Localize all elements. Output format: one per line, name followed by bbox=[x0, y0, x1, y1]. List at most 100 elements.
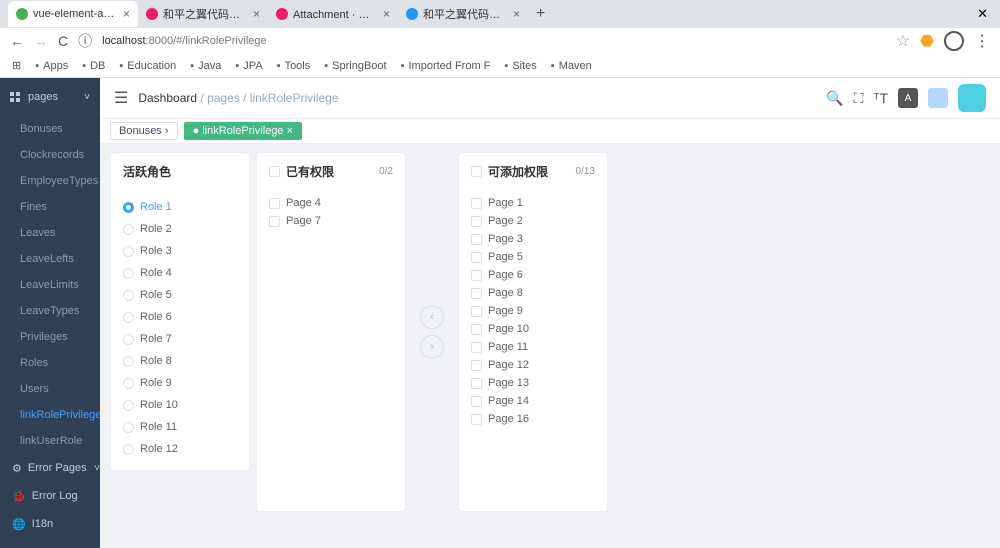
checkbox[interactable] bbox=[471, 342, 482, 353]
checkbox[interactable] bbox=[471, 378, 482, 389]
radio-button[interactable] bbox=[123, 290, 134, 301]
role-item[interactable]: Role 5 bbox=[111, 284, 249, 306]
checkbox[interactable] bbox=[471, 198, 482, 209]
bookmark-item[interactable]: ▪SpringBoot bbox=[324, 60, 386, 72]
radio-button[interactable] bbox=[123, 246, 134, 257]
forward-button[interactable]: → bbox=[34, 33, 48, 49]
transfer-item[interactable]: Page 4 bbox=[257, 194, 405, 212]
role-item[interactable]: Role 12 bbox=[111, 438, 249, 460]
transfer-item[interactable]: Page 11 bbox=[459, 338, 607, 356]
menu-icon[interactable]: ⋮ bbox=[974, 31, 990, 51]
role-item[interactable]: Role 10 bbox=[111, 394, 249, 416]
radio-button[interactable] bbox=[123, 422, 134, 433]
sidebar-item[interactable]: Roles bbox=[0, 350, 100, 376]
browser-tab[interactable]: vue-element-admin× bbox=[8, 1, 138, 27]
avatar[interactable] bbox=[958, 84, 986, 112]
radio-button[interactable] bbox=[123, 312, 134, 323]
browser-tab[interactable]: 和平之翼代码生成器SME× bbox=[398, 1, 528, 27]
bookmark-item[interactable]: ▪Java bbox=[190, 60, 221, 72]
transfer-item[interactable]: Page 8 bbox=[459, 284, 607, 302]
new-tab-button[interactable]: + bbox=[528, 5, 553, 23]
sidebar-item[interactable]: Leaves bbox=[0, 220, 100, 246]
hamburger-icon[interactable]: ☰ bbox=[114, 88, 128, 108]
extension-icon[interactable]: ⬣ bbox=[920, 31, 934, 51]
sidebar-item[interactable]: LeaveLimits bbox=[0, 272, 100, 298]
select-all-checkbox[interactable] bbox=[471, 166, 482, 177]
sidebar-section[interactable]: 🐞Error Log bbox=[0, 482, 100, 510]
radio-button[interactable] bbox=[123, 268, 134, 279]
bookmark-item[interactable]: ▪Apps bbox=[35, 60, 68, 72]
role-item[interactable]: Role 2 bbox=[111, 218, 249, 240]
browser-tab[interactable]: Attachment · 火鸟/和平之× bbox=[268, 1, 398, 27]
checkbox[interactable] bbox=[471, 216, 482, 227]
checkbox[interactable] bbox=[471, 270, 482, 281]
tag-item[interactable]: ● linkRolePrivilege × bbox=[184, 122, 303, 140]
browser-tab[interactable]: 和平之翼代码生成器SME× bbox=[138, 1, 268, 27]
sidebar-item[interactable]: Users bbox=[0, 376, 100, 402]
checkbox[interactable] bbox=[269, 216, 280, 227]
transfer-item[interactable]: Page 12 bbox=[459, 356, 607, 374]
bookmark-item[interactable]: ▪JPA bbox=[235, 60, 262, 72]
back-button[interactable]: ← bbox=[10, 33, 24, 49]
sidebar-item[interactable]: LeaveTypes bbox=[0, 298, 100, 324]
role-item[interactable]: Role 7 bbox=[111, 328, 249, 350]
sidebar-item[interactable]: Bonuses bbox=[0, 116, 100, 142]
bookmark-item[interactable]: ▪Imported From F bbox=[401, 60, 491, 72]
fullscreen-icon[interactable]: ⛶ bbox=[854, 90, 864, 107]
sidebar-item[interactable]: Privileges bbox=[0, 324, 100, 350]
move-left-button[interactable]: ‹ bbox=[420, 305, 444, 329]
sidebar-item[interactable]: linkUserRole bbox=[0, 428, 100, 454]
checkbox[interactable] bbox=[471, 252, 482, 263]
window-close-button[interactable]: ✕ bbox=[965, 6, 1000, 22]
bookmark-item[interactable]: ▪Education bbox=[119, 60, 176, 72]
checkbox[interactable] bbox=[471, 396, 482, 407]
radio-button[interactable] bbox=[123, 400, 134, 411]
tag-item[interactable]: Bonuses › bbox=[110, 122, 178, 140]
close-tab-icon[interactable]: × bbox=[253, 7, 260, 21]
reload-button[interactable]: C bbox=[58, 33, 68, 49]
role-item[interactable]: Role 8 bbox=[111, 350, 249, 372]
bookmark-item[interactable]: ▪Maven bbox=[551, 60, 592, 72]
select-all-checkbox[interactable] bbox=[269, 166, 280, 177]
bookmark-item[interactable]: ▪DB bbox=[82, 60, 105, 72]
transfer-item[interactable]: Page 3 bbox=[459, 230, 607, 248]
transfer-item[interactable]: Page 6 bbox=[459, 266, 607, 284]
role-item[interactable]: Role 4 bbox=[111, 262, 249, 284]
transfer-item[interactable]: Page 13 bbox=[459, 374, 607, 392]
checkbox[interactable] bbox=[471, 288, 482, 299]
sidebar-item[interactable]: linkRolePrivilege bbox=[0, 402, 100, 428]
sidebar-section[interactable]: ⚙Error Pages˅ bbox=[0, 454, 100, 482]
radio-button[interactable] bbox=[123, 444, 134, 455]
radio-button[interactable] bbox=[123, 202, 134, 213]
close-tab-icon[interactable]: × bbox=[513, 7, 520, 21]
sidebar-item[interactable]: LeaveLefts bbox=[0, 246, 100, 272]
sidebar-item[interactable]: Clockrecords bbox=[0, 142, 100, 168]
role-item[interactable]: Role 11 bbox=[111, 416, 249, 438]
role-item[interactable]: Role 1 bbox=[111, 196, 249, 218]
role-item[interactable]: Role 3 bbox=[111, 240, 249, 262]
sidebar-section[interactable]: 🌐I18n bbox=[0, 510, 100, 538]
apps-icon[interactable]: ⊞ bbox=[12, 59, 21, 72]
role-item[interactable]: Role 6 bbox=[111, 306, 249, 328]
bookmark-item[interactable]: ▪Sites bbox=[504, 60, 536, 72]
close-tab-icon[interactable]: × bbox=[123, 7, 130, 21]
transfer-item[interactable]: Page 14 bbox=[459, 392, 607, 410]
checkbox[interactable] bbox=[471, 360, 482, 371]
profile-icon[interactable] bbox=[944, 31, 964, 51]
fontsize-icon[interactable]: ᵀT bbox=[873, 90, 888, 106]
checkbox[interactable] bbox=[471, 414, 482, 425]
bookmark-item[interactable]: ▪Tools bbox=[277, 60, 311, 72]
move-right-button[interactable]: › bbox=[420, 335, 444, 359]
sidebar-header[interactable]: pages ˅ bbox=[0, 78, 100, 116]
transfer-item[interactable]: Page 2 bbox=[459, 212, 607, 230]
transfer-item[interactable]: Page 1 bbox=[459, 194, 607, 212]
radio-button[interactable] bbox=[123, 334, 134, 345]
checkbox[interactable] bbox=[471, 324, 482, 335]
checkbox[interactable] bbox=[471, 234, 482, 245]
transfer-item[interactable]: Page 10 bbox=[459, 320, 607, 338]
transfer-item[interactable]: Page 9 bbox=[459, 302, 607, 320]
role-item[interactable]: Role 9 bbox=[111, 372, 249, 394]
lang-icon[interactable] bbox=[928, 88, 948, 108]
sidebar-item[interactable]: EmployeeTypes bbox=[0, 168, 100, 194]
info-icon[interactable]: ⓘ bbox=[78, 31, 92, 51]
